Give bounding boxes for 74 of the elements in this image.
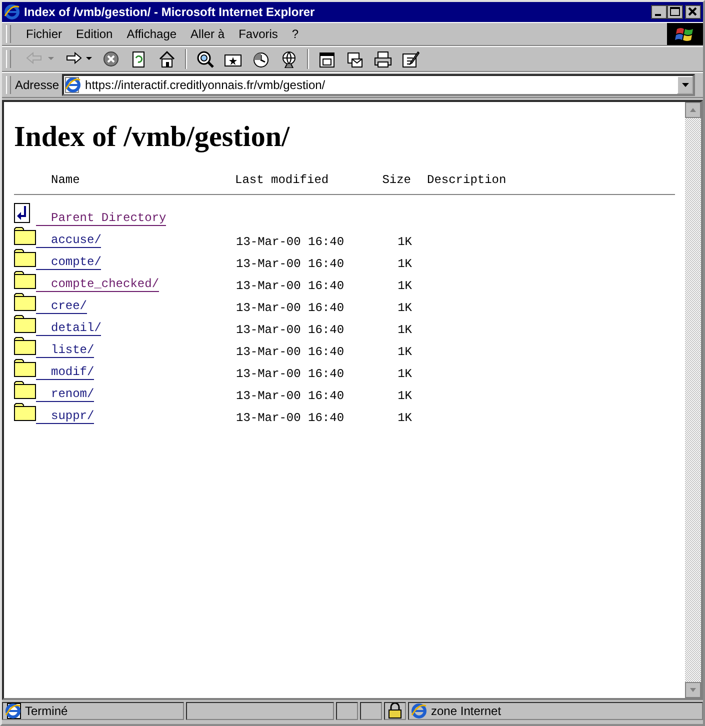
column-header: Name — [50, 173, 81, 187]
modified-date: 13-Mar-00 16:40 — [236, 389, 346, 403]
folder-icon — [14, 337, 36, 355]
folder-icon — [14, 381, 36, 399]
file-size: 1K — [396, 367, 412, 381]
status-panel — [336, 702, 358, 720]
modified-date: 13-Mar-00 16:40 — [236, 235, 346, 249]
caret-icon[interactable] — [86, 57, 93, 61]
file-size: 1K — [396, 345, 412, 359]
directory-link[interactable]: modif/ — [36, 365, 94, 380]
directory-link[interactable]: liste/ — [36, 343, 94, 358]
folder-icon — [14, 315, 36, 333]
window-icon[interactable] — [317, 50, 337, 68]
file-size: 1K — [396, 323, 412, 337]
modified-date: 13-Mar-00 16:40 — [236, 257, 346, 271]
menu-item[interactable]: Aller à — [184, 27, 232, 41]
history-clock-icon[interactable] — [251, 50, 271, 68]
page-icon — [65, 77, 82, 93]
file-size: 1K — [396, 235, 412, 249]
minimize-button[interactable] — [651, 5, 667, 19]
folder-icon — [14, 293, 36, 311]
menu-item[interactable]: ? — [284, 27, 306, 41]
edit-icon[interactable] — [401, 50, 421, 68]
folder-icon — [14, 271, 36, 289]
menu-item[interactable]: Affichage — [120, 27, 184, 41]
directory-link[interactable]: accuse/ — [36, 233, 102, 248]
column-header: Last modified — [235, 173, 330, 187]
page-icon — [5, 703, 21, 719]
windows-logo-icon — [675, 25, 695, 43]
page-heading: Index of /vmb/gestion/ — [14, 120, 291, 155]
modified-date: 13-Mar-00 16:40 — [236, 279, 346, 293]
modified-date: 13-Mar-00 16:40 — [236, 301, 346, 315]
menu-item[interactable]: Fichier — [19, 27, 70, 41]
folder-icon — [14, 249, 36, 267]
directory-link[interactable]: renom/ — [36, 387, 94, 402]
close-button[interactable] — [685, 5, 701, 19]
folder-icon — [14, 403, 36, 421]
directory-link[interactable]: Parent Directory — [36, 211, 166, 226]
modified-date: 13-Mar-00 16:40 — [236, 367, 346, 381]
stop-icon[interactable] — [101, 50, 121, 68]
zone-text: zone Internet — [431, 704, 502, 718]
file-size: 1K — [396, 257, 412, 271]
modified-date: 13-Mar-00 16:40 — [236, 411, 346, 425]
mail-icon[interactable] — [345, 50, 365, 68]
caret-icon — [682, 83, 688, 87]
parent-folder-icon — [14, 203, 32, 223]
window-title: Index of /vmb/gestion/ - Microsoft Internet Explorer — [24, 5, 316, 19]
menu-item[interactable]: Edition — [69, 27, 120, 41]
menu-item[interactable]: Favoris — [232, 27, 285, 41]
directory-link[interactable]: compte/ — [36, 255, 102, 270]
modified-date: 13-Mar-00 16:40 — [236, 323, 346, 337]
browser-icon — [4, 4, 20, 20]
status-text: Terminé — [25, 704, 68, 718]
print-icon[interactable] — [373, 50, 393, 68]
status-panel — [360, 702, 382, 720]
folder-icon — [14, 227, 36, 245]
home-icon[interactable] — [157, 50, 177, 68]
directory-link[interactable]: compte_checked/ — [36, 277, 160, 292]
dropdown-button[interactable] — [677, 76, 693, 94]
modified-date: 13-Mar-00 16:40 — [236, 345, 346, 359]
directory-link[interactable]: cree/ — [36, 299, 88, 314]
maximize-button[interactable] — [667, 5, 683, 19]
column-header: Description — [426, 173, 506, 187]
search-icon[interactable] — [195, 50, 215, 68]
directory-link[interactable]: suppr/ — [36, 409, 94, 424]
address-field[interactable]: https://interactif.creditlyonnais.fr/vmb/gestion/ — [62, 74, 695, 96]
file-size: 1K — [396, 279, 412, 293]
file-size: 1K — [396, 411, 412, 425]
directory-link[interactable]: detail/ — [36, 321, 102, 336]
column-header: Size — [381, 173, 411, 187]
file-size: 1K — [396, 389, 412, 403]
file-size: 1K — [396, 301, 412, 315]
folder-icon — [14, 359, 36, 377]
address-label: Adresse — [15, 78, 60, 92]
